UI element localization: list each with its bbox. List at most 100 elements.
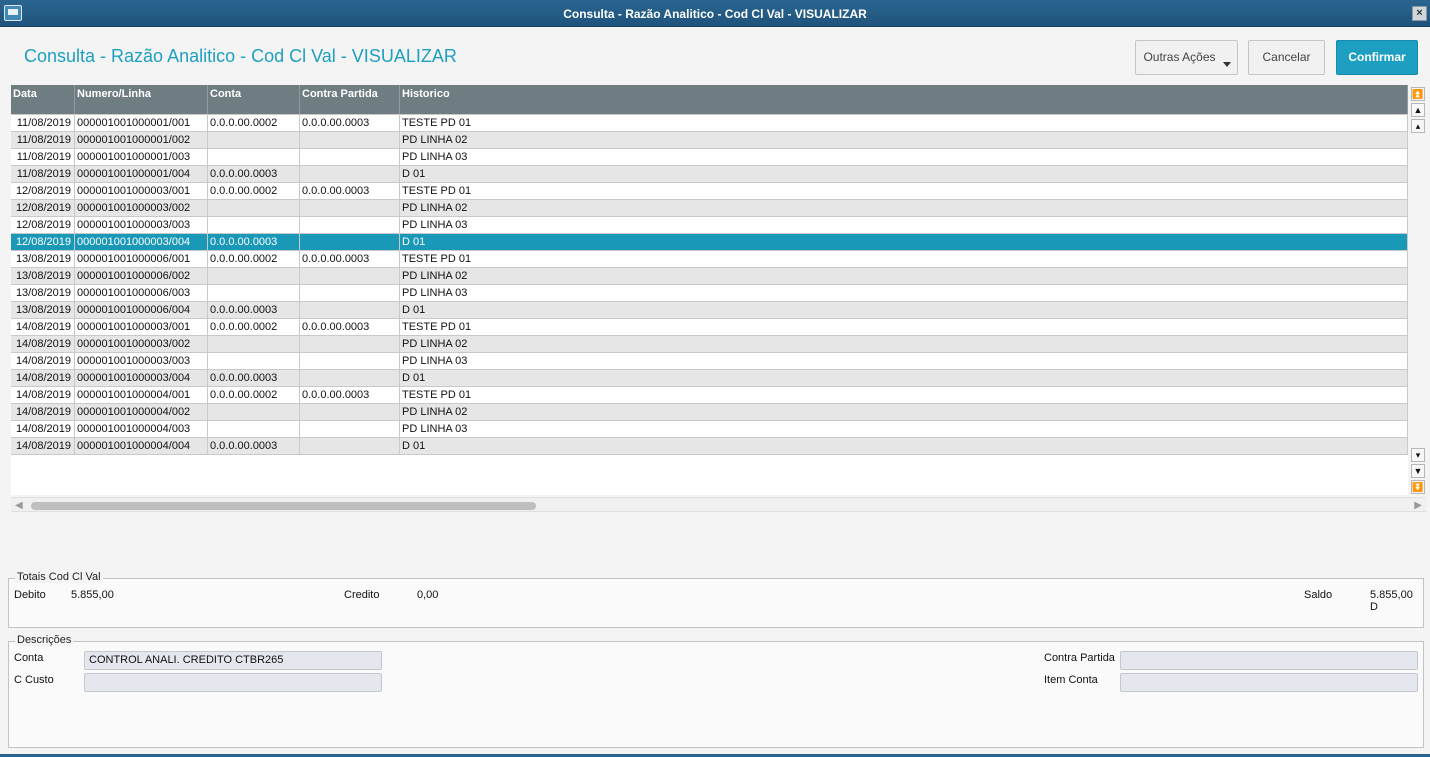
table-row[interactable]: 12/08/2019 000001001000003/003 PD LINHA 03	[11, 217, 1408, 234]
table-row[interactable]: 11/08/2019 000001001000001/003 PD LINHA 03	[11, 149, 1408, 166]
cell-numero-linha: 000001001000006/003	[75, 285, 208, 301]
cell-data: 14/08/2019	[11, 387, 75, 403]
table-row[interactable]: 14/08/2019 000001001000003/003 PD LINHA 03	[11, 353, 1408, 370]
scroll-page-down-icon[interactable]: ▼	[1411, 464, 1425, 478]
cell-contra-partida: 0.0.0.00.0003	[300, 319, 400, 335]
cell-data: 11/08/2019	[11, 115, 75, 131]
contra-partida-description-field[interactable]	[1120, 651, 1418, 670]
cell-historico: D 01	[400, 370, 1408, 386]
cell-contra-partida	[300, 438, 400, 454]
cell-numero-linha: 000001001000004/003	[75, 421, 208, 437]
close-window-button[interactable]: ×	[1412, 6, 1427, 21]
scroll-up-icon[interactable]: ▴	[1411, 119, 1425, 133]
table-row[interactable]: 14/08/2019 000001001000004/001 0.0.0.00.00…	[11, 387, 1408, 404]
cell-conta	[208, 336, 300, 352]
cell-data: 11/08/2019	[11, 132, 75, 148]
cell-numero-linha: 000001001000006/002	[75, 268, 208, 284]
table-row[interactable]: 14/08/2019 000001001000003/002 PD LINHA 02	[11, 336, 1408, 353]
horizontal-scroll-thumb[interactable]	[31, 502, 536, 510]
cancel-button[interactable]: Cancelar	[1248, 40, 1325, 75]
scroll-top-icon[interactable]: ⏫	[1411, 87, 1425, 101]
table-row[interactable]: 11/08/2019 000001001000001/001 0.0.0.00.00…	[11, 115, 1408, 132]
cell-conta: 0.0.0.00.0002	[208, 251, 300, 267]
scroll-down-icon[interactable]: ▾	[1411, 448, 1425, 462]
table-row[interactable]: 13/08/2019 000001001000006/002 PD LINHA 02	[11, 268, 1408, 285]
column-header-numero-linha[interactable]: Numero/Linha	[75, 85, 208, 114]
cell-contra-partida	[300, 217, 400, 233]
debito-value: 5.855,00	[71, 589, 114, 601]
cell-conta: 0.0.0.00.0002	[208, 319, 300, 335]
cell-historico: D 01	[400, 438, 1408, 454]
cell-historico: PD LINHA 03	[400, 421, 1408, 437]
totals-legend: Totais Cod Cl Val	[15, 571, 103, 583]
window-titlebar: Consulta - Razão Analitico - Cod Cl Val …	[0, 0, 1430, 27]
confirm-button[interactable]: Confirmar	[1336, 40, 1418, 75]
cell-data: 13/08/2019	[11, 302, 75, 318]
cell-numero-linha: 000001001000001/004	[75, 166, 208, 182]
cell-conta	[208, 149, 300, 165]
cell-contra-partida	[300, 132, 400, 148]
scroll-page-up-icon[interactable]: ▲	[1411, 103, 1425, 117]
horizontal-scrollbar[interactable]: ◀ ▶	[11, 497, 1426, 512]
table-row[interactable]: 14/08/2019 000001001000004/002 PD LINHA 02	[11, 404, 1408, 421]
cell-numero-linha: 000001001000004/002	[75, 404, 208, 420]
cell-conta: 0.0.0.00.0002	[208, 115, 300, 131]
column-header-conta[interactable]: Conta	[208, 85, 300, 114]
cell-data: 12/08/2019	[11, 183, 75, 199]
descriptions-group: Descrições Conta CONTROL ANALI. CREDITO …	[8, 634, 1424, 748]
cell-historico: TESTE PD 01	[400, 183, 1408, 199]
cell-numero-linha: 000001001000006/004	[75, 302, 208, 318]
cell-numero-linha: 000001001000003/001	[75, 183, 208, 199]
cell-contra-partida	[300, 421, 400, 437]
cell-historico: PD LINHA 02	[400, 336, 1408, 352]
cell-numero-linha: 000001001000006/001	[75, 251, 208, 267]
table-row[interactable]: 12/08/2019 000001001000003/001 0.0.0.00.00…	[11, 183, 1408, 200]
scroll-left-icon[interactable]: ◀	[15, 498, 23, 513]
table-row[interactable]: 14/08/2019 000001001000003/001 0.0.0.00.00…	[11, 319, 1408, 336]
cell-contra-partida	[300, 336, 400, 352]
ccusto-label: C Custo	[14, 674, 54, 686]
vertical-scrollbar[interactable]: ⏫ ▲ ▴ ▾ ▼ ⏬	[1410, 86, 1426, 496]
table-row[interactable]: 13/08/2019 000001001000006/004 0.0.0.00.00…	[11, 302, 1408, 319]
cell-numero-linha: 000001001000001/002	[75, 132, 208, 148]
cell-data: 12/08/2019	[11, 200, 75, 216]
cell-conta	[208, 132, 300, 148]
cell-conta	[208, 268, 300, 284]
cell-historico: PD LINHA 03	[400, 353, 1408, 369]
item-conta-description-field[interactable]	[1120, 673, 1418, 692]
table-row[interactable]: 12/08/2019 000001001000003/004 0.0.0.00.00…	[11, 234, 1408, 251]
cell-conta: 0.0.0.00.0002	[208, 387, 300, 403]
cell-data: 13/08/2019	[11, 285, 75, 301]
contra-partida-label: Contra Partida	[1044, 652, 1115, 664]
table-row[interactable]: 11/08/2019 000001001000001/002 PD LINHA 02	[11, 132, 1408, 149]
scroll-right-icon[interactable]: ▶	[1414, 498, 1422, 513]
table-row[interactable]: 11/08/2019 000001001000001/004 0.0.0.00.00…	[11, 166, 1408, 183]
column-header-historico[interactable]: Historico	[400, 85, 1408, 114]
cell-data: 14/08/2019	[11, 336, 75, 352]
debito-label: Debito	[14, 589, 46, 601]
cell-historico: TESTE PD 01	[400, 251, 1408, 267]
cell-historico: TESTE PD 01	[400, 387, 1408, 403]
cell-conta	[208, 285, 300, 301]
cell-contra-partida	[300, 285, 400, 301]
table-row[interactable]: 14/08/2019 000001001000004/003 PD LINHA 03	[11, 421, 1408, 438]
table-row[interactable]: 12/08/2019 000001001000003/002 PD LINHA 02	[11, 200, 1408, 217]
table-row[interactable]: 14/08/2019 000001001000003/004 0.0.0.00.00…	[11, 370, 1408, 387]
column-header-data[interactable]: Data	[11, 85, 75, 114]
cell-numero-linha: 000001001000003/003	[75, 217, 208, 233]
ccusto-description-field[interactable]	[84, 673, 382, 692]
table-row[interactable]: 14/08/2019 000001001000004/004 0.0.0.00.00…	[11, 438, 1408, 455]
conta-description-field[interactable]: CONTROL ANALI. CREDITO CTBR265	[84, 651, 382, 670]
table-row[interactable]: 13/08/2019 000001001000006/001 0.0.0.00.00…	[11, 251, 1408, 268]
cell-numero-linha: 000001001000003/001	[75, 319, 208, 335]
outras-acoes-button[interactable]: Outras Ações	[1135, 40, 1238, 75]
scroll-bottom-icon[interactable]: ⏬	[1411, 480, 1425, 494]
cell-historico: D 01	[400, 234, 1408, 250]
totals-group: Totais Cod Cl Val Debito 5.855,00 Credit…	[8, 571, 1424, 628]
column-header-contra-partida[interactable]: Contra Partida	[300, 85, 400, 114]
credito-label: Credito	[344, 589, 380, 601]
cell-conta: 0.0.0.00.0002	[208, 183, 300, 199]
table-row[interactable]: 13/08/2019 000001001000006/003 PD LINHA 03	[11, 285, 1408, 302]
cell-historico: D 01	[400, 302, 1408, 318]
grid-header: Data Numero/Linha Conta Contra Partida H…	[11, 85, 1408, 114]
